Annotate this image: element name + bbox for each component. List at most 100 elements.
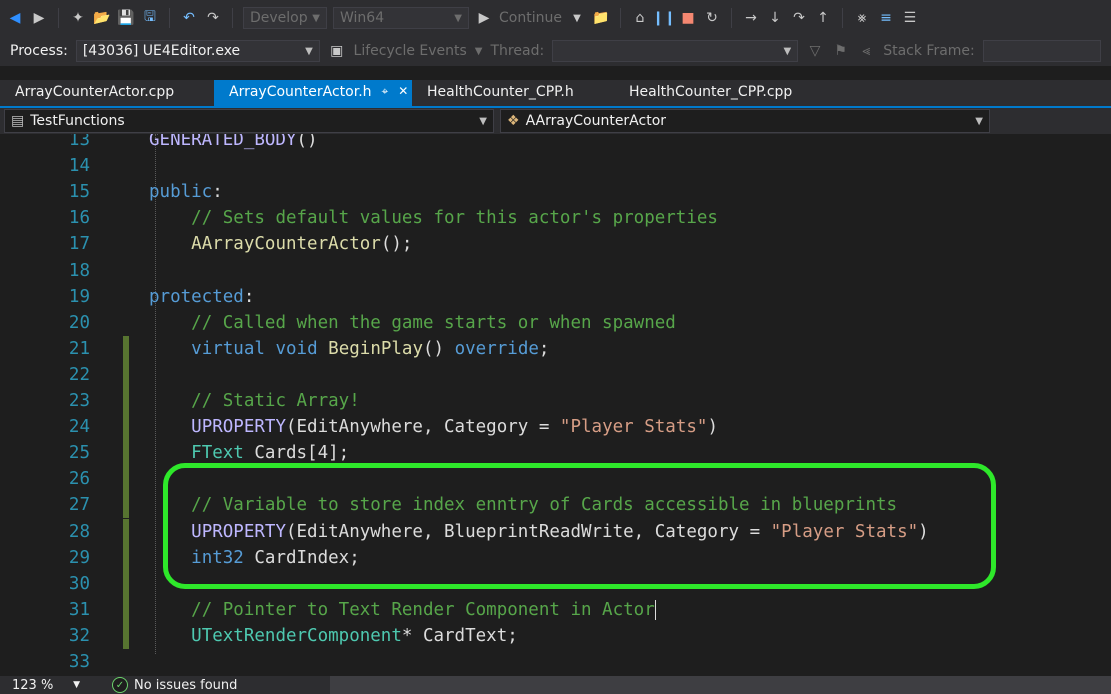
code-line[interactable]: 18 <box>0 258 1111 284</box>
class-icon: ❖ <box>507 113 520 129</box>
code-line[interactable]: 24 UPROPERTY(EditAnywhere, Category = "P… <box>0 414 1111 441</box>
show-next-statement-icon[interactable]: → <box>742 9 760 27</box>
step-out-icon[interactable]: ↑ <box>814 9 832 27</box>
filter-icon[interactable]: ▽ <box>806 42 824 60</box>
line-number: 27 <box>68 495 90 516</box>
horizontal-scrollbar[interactable] <box>330 676 1111 694</box>
zoom-select[interactable]: 123 % ▼ <box>0 676 86 694</box>
platform-select[interactable]: Win64 ▼ <box>333 7 469 29</box>
forward-icon[interactable]: ▶ <box>30 9 48 27</box>
comment-icon[interactable]: ☰ <box>901 9 919 27</box>
line-number: 19 <box>68 286 90 307</box>
process-select[interactable]: [43036] UE4Editor.exe ▼ <box>75 40 320 62</box>
new-project-icon[interactable]: ✦ <box>69 9 87 27</box>
code-line[interactable]: 33 <box>0 649 1111 675</box>
home-icon[interactable]: ⌂ <box>631 9 649 27</box>
tab-arraycounteractor-cpp[interactable]: ArrayCounterActor.cpp <box>0 80 214 106</box>
undo-icon[interactable]: ↶ <box>180 9 198 27</box>
process-value: [43036] UE4Editor.exe <box>82 43 241 59</box>
code-line[interactable]: 31 // Pointer to Text Render Component i… <box>0 596 1111 623</box>
pin-icon[interactable]: ⌖ <box>382 84 389 99</box>
redo-icon[interactable]: ↷ <box>204 9 222 27</box>
line-number: 22 <box>68 364 90 385</box>
member-select[interactable]: ❖ AArrayCounterActor ▼ <box>500 109 990 133</box>
change-indicator <box>123 440 129 467</box>
close-icon[interactable]: ✕ <box>398 84 408 98</box>
change-indicator <box>123 622 129 649</box>
lifecycle-events-menu[interactable]: Lifecycle Events <box>354 43 467 59</box>
restart-icon[interactable]: ↻ <box>703 9 721 27</box>
code-line[interactable]: 20 // Called when the game starts or whe… <box>0 310 1111 336</box>
change-indicator <box>123 388 129 414</box>
stack-frame-select[interactable] <box>982 40 1101 62</box>
thread-select[interactable]: ▼ <box>552 40 799 62</box>
stop-icon[interactable]: ■ <box>679 9 697 27</box>
stack-icon[interactable]: ⪡ <box>858 42 876 60</box>
line-number: 17 <box>68 234 90 255</box>
save-icon[interactable]: 💾 <box>117 9 135 27</box>
flag-icon[interactable]: ⚑ <box>832 42 850 60</box>
chevron-down-icon: ▼ <box>975 115 983 127</box>
code-line[interactable]: 32 UTextRenderComponent* CardText; <box>0 622 1111 649</box>
line-number: 18 <box>68 260 90 281</box>
issues-indicator[interactable]: ✓ No issues found <box>86 677 237 693</box>
line-number: 26 <box>68 469 90 490</box>
code-line[interactable]: 23 // Static Array! <box>0 388 1111 414</box>
line-number: 30 <box>68 573 90 594</box>
continue-button[interactable]: Continue <box>499 10 562 26</box>
text-caret <box>654 599 656 620</box>
scope-select[interactable]: ▤ TestFunctions ▼ <box>4 109 494 133</box>
lifecycle-icon: ▣ <box>330 43 344 59</box>
line-number: 29 <box>68 547 90 568</box>
code-editor[interactable]: 13 GENERATED_BODY() 14 15 public: 16 // Sets … <box>0 134 1111 676</box>
code-text: int32 CardIndex; <box>191 547 360 568</box>
code-line[interactable]: 21 virtual void BeginPlay() override; <box>0 335 1111 362</box>
configuration-select[interactable]: Develop ▼ <box>243 7 327 29</box>
code-text: virtual void BeginPlay() override; <box>191 338 550 359</box>
code-line[interactable]: 25 FText Cards[4]; <box>0 440 1111 467</box>
code-text: FText Cards[4]; <box>191 443 350 464</box>
code-line[interactable]: 13 GENERATED_BODY() <box>0 134 1111 153</box>
tab-healthcounter-cpp-cpp[interactable]: HealthCounter_CPP.cpp <box>614 80 814 106</box>
code-line[interactable]: 29 int32 CardIndex; <box>0 544 1111 571</box>
open-file-icon[interactable]: 📂 <box>93 9 111 27</box>
code-text: // Variable to store index enntry of Car… <box>191 495 898 516</box>
chevron-down-icon: ▼ <box>474 45 483 57</box>
code-line[interactable]: 19 protected: <box>0 284 1111 310</box>
dropdown-icon[interactable]: ▼ <box>568 9 586 27</box>
chevron-down-icon: ▼ <box>305 45 313 57</box>
back-icon[interactable]: ◀ <box>6 9 24 27</box>
save-all-icon[interactable]: 🖫 <box>141 9 159 27</box>
change-indicator <box>123 570 129 597</box>
tab-healthcounter-cpp-h[interactable]: HealthCounter_CPP.h <box>412 80 614 106</box>
line-number: 21 <box>68 338 90 359</box>
step-over-icon[interactable]: ↷ <box>790 9 808 27</box>
pause-icon[interactable]: ❙❙ <box>652 9 675 27</box>
code-line[interactable]: 27 // Variable to store index enntry of … <box>0 492 1111 519</box>
play-icon[interactable]: ▶ <box>475 9 493 27</box>
code-line[interactable]: 15 public: <box>0 179 1111 205</box>
code-line[interactable]: 17 AArrayCounterActor(); <box>0 231 1111 257</box>
change-indicator <box>123 466 129 493</box>
editor-status-bar: 123 % ▼ ✓ No issues found <box>0 676 1111 694</box>
step-into-icon[interactable]: ↓ <box>766 9 784 27</box>
hex-display-icon[interactable]: ⨳ <box>853 9 871 27</box>
code-line[interactable]: 16 // Sets default values for this actor… <box>0 205 1111 231</box>
tab-arraycounteractor-h[interactable]: ArrayCounterActor.h ⌖ ✕ <box>214 80 412 106</box>
code-line[interactable]: 14 <box>0 153 1111 179</box>
code-text: AArrayCounterActor(); <box>191 234 413 255</box>
scope-icon: ▤ <box>11 113 25 129</box>
format-icon[interactable]: ≡ <box>877 9 895 27</box>
thread-label: Thread: <box>490 43 545 59</box>
code-line[interactable]: 26 <box>0 466 1111 493</box>
zoom-value: 123 % <box>12 677 54 693</box>
code-text: // Static Array! <box>191 391 360 411</box>
line-number: 16 <box>68 208 90 229</box>
attach-icon[interactable]: 📁 <box>592 9 610 27</box>
code-line[interactable]: 28 UPROPERTY(EditAnywhere, BlueprintRead… <box>0 518 1111 545</box>
change-indicator <box>123 361 129 388</box>
code-line[interactable]: 22 <box>0 361 1111 388</box>
tab-label: ArrayCounterActor.h <box>229 84 372 100</box>
change-indicator <box>123 518 129 545</box>
code-line[interactable]: 30 <box>0 570 1111 597</box>
